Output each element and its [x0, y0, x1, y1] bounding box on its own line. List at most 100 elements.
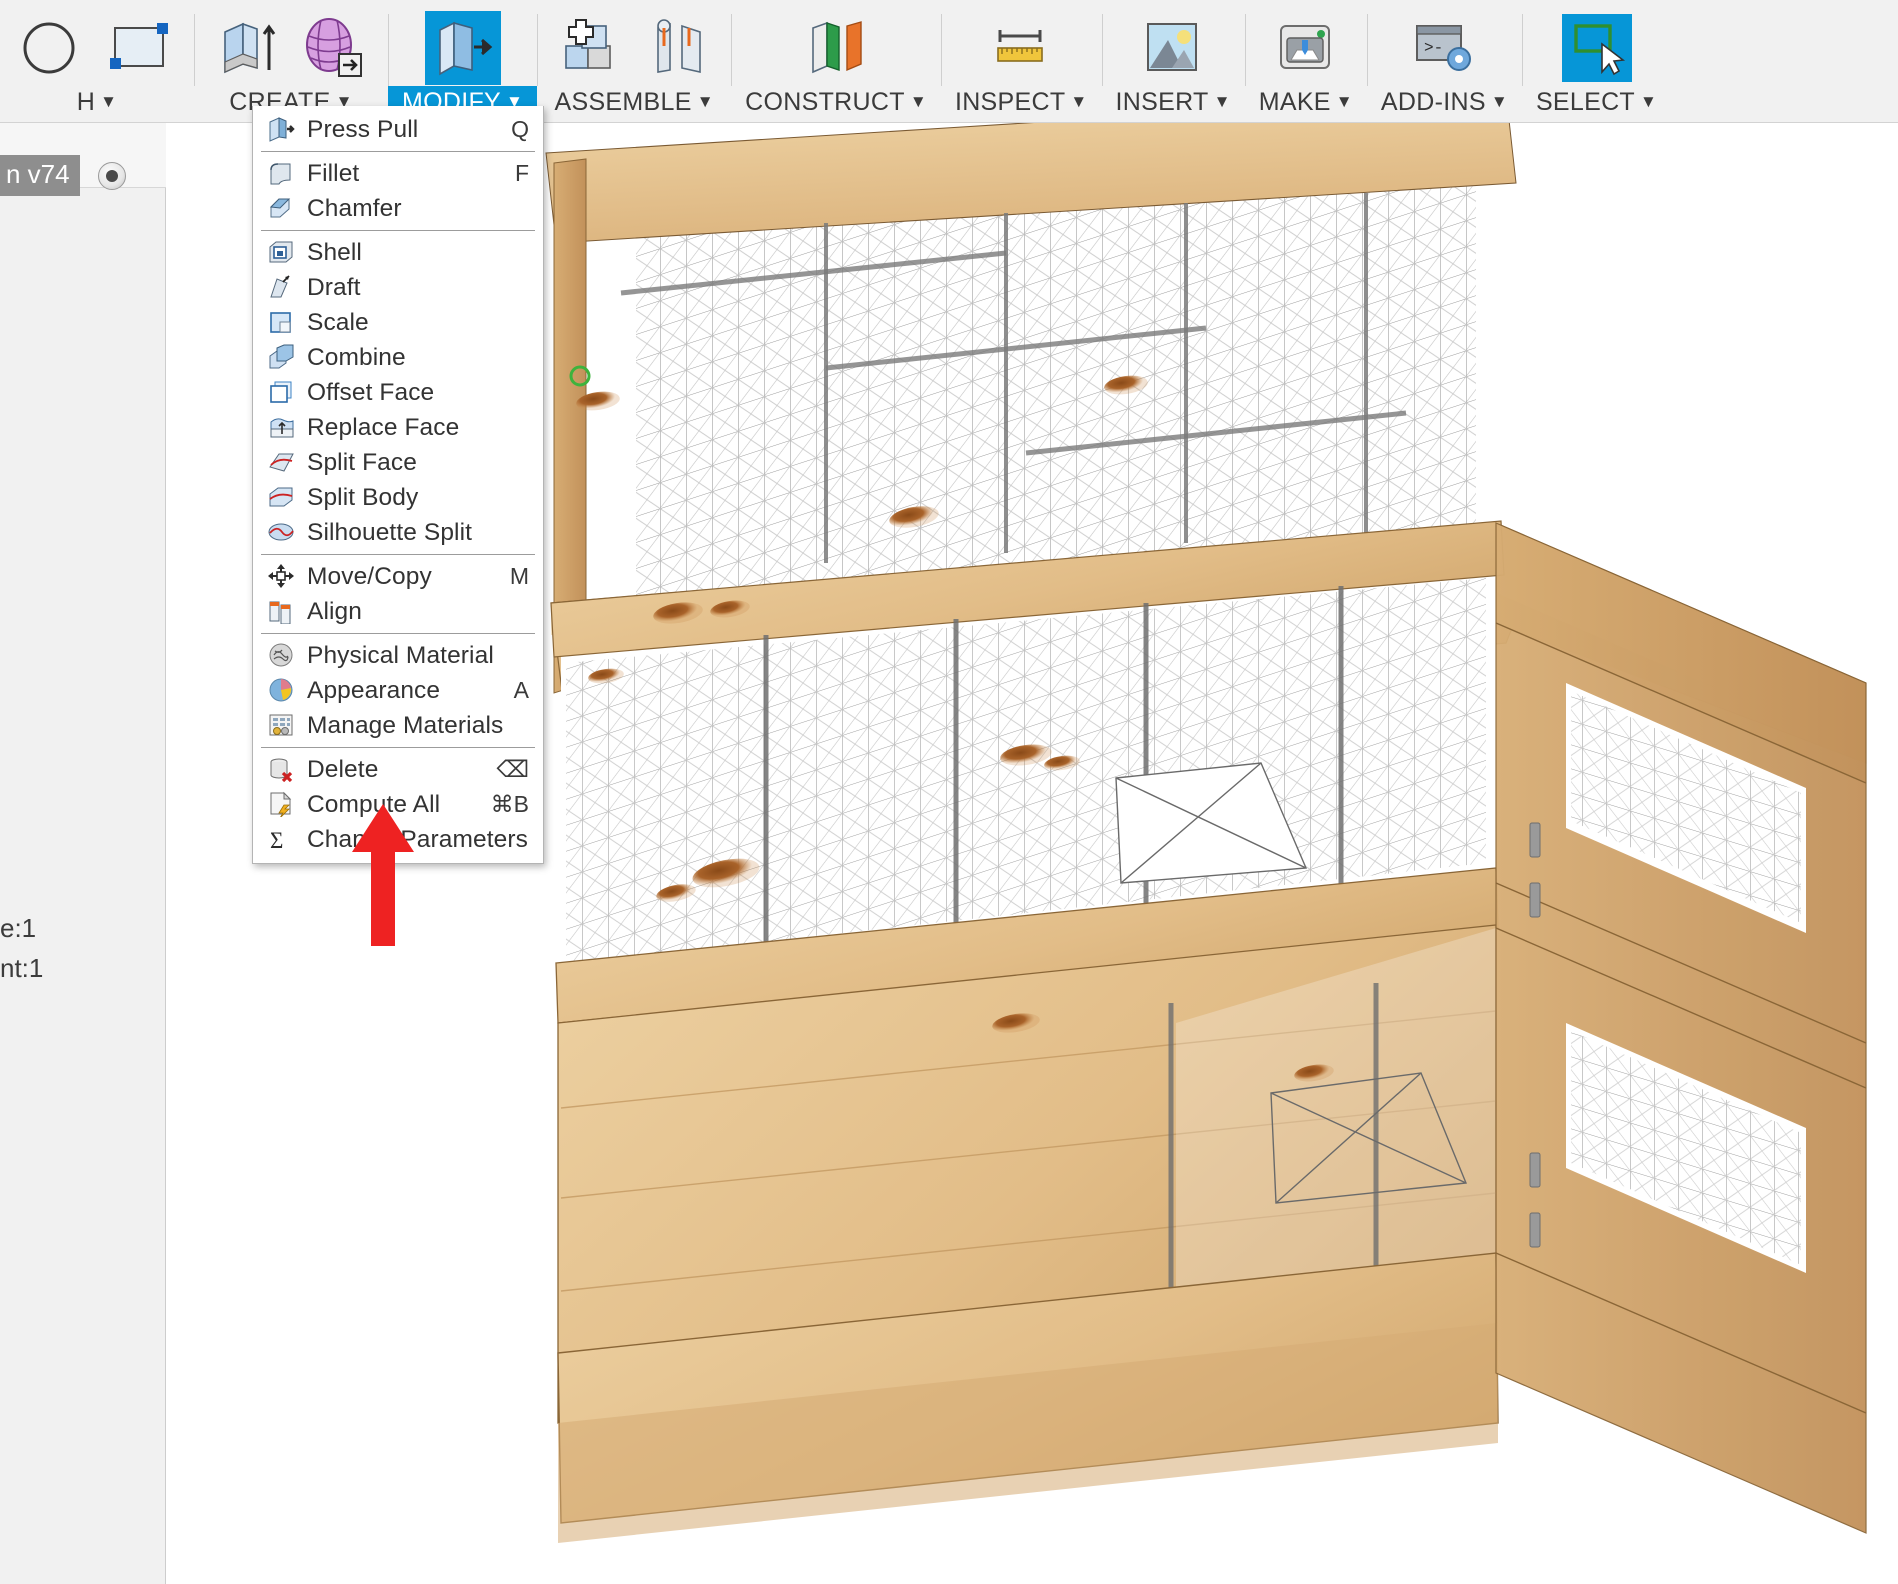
toolbar-group-label[interactable]: ADD-INS ▼ — [1367, 86, 1522, 123]
toolbar-group-label[interactable]: SELECT ▼ — [1522, 86, 1671, 123]
menu-item-fillet[interactable]: Fillet F — [253, 156, 543, 191]
chevron-down-icon[interactable]: ▼ — [1640, 92, 1657, 111]
split-face-icon — [267, 449, 297, 477]
menu-item-combine[interactable]: Combine — [253, 340, 543, 375]
menu-item-label: Physical Material — [307, 641, 494, 669]
toolbar-group-modify[interactable]: MODIFY ▼ — [388, 0, 538, 123]
offset-plane-icon[interactable] — [798, 11, 874, 85]
menu-item-shortcut: F — [514, 160, 529, 186]
menu-item-label: Split Body — [307, 483, 419, 511]
toolbar-group-label[interactable]: INSERT ▼ — [1102, 86, 1245, 123]
menu-item-label: Scale — [307, 308, 369, 336]
menu-item-physical-material[interactable]: Physical Material — [253, 638, 543, 673]
scale-icon — [267, 309, 297, 337]
toolbar-group-label[interactable]: INSPECT ▼ — [941, 86, 1102, 123]
menu-item-draft[interactable]: Draft — [253, 270, 543, 305]
menu-item-shortcut: ⌫ — [496, 756, 529, 782]
move-copy-icon — [267, 563, 297, 591]
sketch-circle-icon[interactable] — [16, 11, 92, 85]
form-icon[interactable] — [296, 11, 372, 85]
menu-item-label: Manage Materials — [307, 711, 504, 739]
toolbar-group-label[interactable]: MAKE ▼ — [1245, 86, 1367, 123]
toolbar-group-insert[interactable]: INSERT ▼ — [1101, 0, 1245, 123]
manage-materials-icon — [267, 712, 297, 740]
delete-icon — [267, 756, 297, 784]
menu-item-label: Shell — [307, 238, 362, 266]
chevron-down-icon[interactable]: ▼ — [1214, 92, 1231, 111]
toolbar-group-select[interactable]: SELECT ▼ — [1521, 0, 1671, 123]
menu-item-label: Move/Copy — [307, 562, 432, 590]
menu-item-align[interactable]: Align — [253, 594, 543, 629]
menu-item-split-body[interactable]: Split Body — [253, 480, 543, 515]
new-component-icon[interactable] — [553, 11, 629, 85]
browser-tree-item[interactable]: nt:1 — [0, 953, 43, 984]
shell-icon — [267, 239, 297, 267]
menu-item-appearance[interactable]: Appearance A — [253, 673, 543, 708]
menu-separator — [261, 230, 535, 231]
menu-item-shortcut: M — [509, 563, 529, 589]
menu-item-move-copy[interactable]: Move/Copy M — [253, 559, 543, 594]
toolbar-icon-row — [1543, 0, 1651, 86]
3d-print-icon[interactable] — [1268, 11, 1344, 85]
document-name-chip[interactable]: n v74 — [0, 155, 80, 196]
menu-item-shortcut: ⌘B — [490, 791, 529, 817]
joint-icon[interactable] — [639, 11, 715, 85]
svg-text:>-: >- — [1424, 39, 1443, 57]
menu-item-offset-face[interactable]: Offset Face — [253, 375, 543, 410]
scripts-addins-icon[interactable]: >- — [1406, 11, 1482, 85]
toolbar-group-create[interactable]: CREATE ▼ — [194, 0, 388, 123]
chevron-down-icon[interactable]: ▼ — [697, 92, 714, 111]
chevron-down-icon[interactable]: ▼ — [1336, 92, 1353, 111]
menu-item-silhouette-split[interactable]: Silhouette Split — [253, 515, 543, 550]
menu-item-shortcut: Q — [511, 116, 529, 142]
toolbar-icon-row — [194, 0, 388, 86]
browser-panel: n v74 e:1 nt:1 — [0, 123, 166, 1584]
menu-item-label: Combine — [307, 343, 406, 371]
toolbar-group-h[interactable]: H ▼ — [0, 0, 194, 123]
menu-item-label: Draft — [307, 273, 361, 301]
toolbar-icon-row — [967, 0, 1075, 86]
align-icon — [267, 598, 297, 626]
annotation-arrow-icon — [352, 804, 414, 946]
menu-item-replace-face[interactable]: Replace Face — [253, 410, 543, 445]
visibility-toggle-icon[interactable] — [97, 161, 126, 190]
toolbar-group-label[interactable]: CONSTRUCT ▼ — [731, 86, 941, 123]
press-pull-icon[interactable] — [424, 11, 501, 85]
menu-item-split-face[interactable]: Split Face — [253, 445, 543, 480]
toolbar-group-label[interactable]: H ▼ — [0, 86, 194, 123]
menu-item-delete[interactable]: Delete ⌫ — [253, 752, 543, 787]
menu-separator — [261, 554, 535, 555]
menu-item-label: Chamfer — [307, 194, 402, 222]
chevron-down-icon[interactable]: ▼ — [910, 92, 927, 111]
sketch-rectangle-icon[interactable] — [102, 11, 178, 85]
toolbar-group-assemble[interactable]: ASSEMBLE ▼ — [537, 0, 731, 123]
toolbar-group-add-ins[interactable]: >- ADD-INS ▼ — [1366, 0, 1522, 123]
menu-separator — [261, 633, 535, 634]
measure-icon[interactable] — [983, 11, 1059, 85]
browser-tree-item[interactable]: e:1 — [0, 913, 36, 944]
extrude-icon[interactable] — [210, 11, 286, 85]
menu-item-shortcut: A — [513, 677, 529, 703]
toolbar-group-make[interactable]: MAKE ▼ — [1244, 0, 1367, 123]
modify-dropdown-menu[interactable]: Press Pull Q Fillet F Chamfer Shell Draft Scale… — [252, 106, 544, 864]
combine-icon — [267, 344, 297, 372]
menu-separator — [261, 747, 535, 748]
chamfer-icon — [267, 195, 297, 223]
toolbar-group-inspect[interactable]: INSPECT ▼ — [940, 0, 1102, 123]
main-toolbar: H ▼ CREATE ▼ MODIFY ▼ ASSEMBLE ▼ CONSTRUCT ▼ INSPE… — [0, 0, 1898, 123]
chevron-down-icon[interactable]: ▼ — [1491, 92, 1508, 111]
select-cursor-icon[interactable] — [1559, 11, 1635, 85]
toolbar-group-construct[interactable]: CONSTRUCT ▼ — [731, 0, 941, 123]
menu-item-manage-materials[interactable]: Manage Materials — [253, 708, 543, 743]
menu-item-label: Offset Face — [307, 378, 435, 406]
chevron-down-icon[interactable]: ▼ — [1070, 92, 1087, 111]
menu-item-shell[interactable]: Shell — [253, 235, 543, 270]
insert-image-icon[interactable] — [1135, 11, 1211, 85]
menu-item-press-pull[interactable]: Press Pull Q — [253, 112, 543, 147]
menu-item-scale[interactable]: Scale — [253, 305, 543, 340]
menu-item-label: Silhouette Split — [307, 518, 473, 546]
toolbar-group-label[interactable]: ASSEMBLE ▼ — [537, 86, 731, 123]
change-parameters-icon: Σ — [267, 826, 297, 854]
menu-item-chamfer[interactable]: Chamfer — [253, 191, 543, 226]
chevron-down-icon[interactable]: ▼ — [100, 92, 117, 111]
